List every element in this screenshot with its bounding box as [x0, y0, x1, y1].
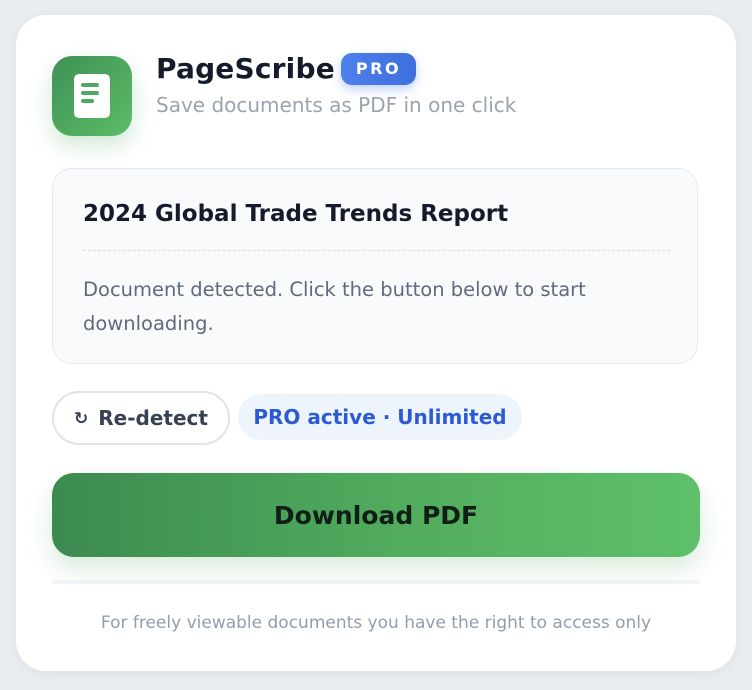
refresh-icon: ↻ — [74, 409, 89, 429]
document-panel: 2024 Global Trade Trends Report Document… — [52, 168, 698, 364]
app-subtitle: Save documents as PDF in one click — [156, 93, 517, 117]
document-status: Document detected. Click the button belo… — [83, 278, 586, 335]
download-pdf-label: Download PDF — [273, 500, 479, 530]
download-pdf-button[interactable]: Download PDF — [52, 473, 700, 557]
redetect-button[interactable]: ↻ Re-detect — [52, 391, 230, 445]
document-divider — [83, 250, 670, 251]
document-icon — [74, 74, 110, 118]
pro-badge: PRO — [341, 53, 416, 85]
disclaimer-text: For freely viewable documents you have t… — [100, 613, 652, 633]
app-title: PageScribe — [156, 52, 335, 85]
app-logo — [52, 56, 132, 136]
pro-status-badge: PRO active · Unlimited — [238, 394, 522, 440]
extension-popup: PageScribe PRO Save documents as PDF in … — [16, 15, 736, 671]
redetect-label: Re-detect — [98, 406, 208, 430]
footer-divider — [52, 580, 700, 584]
document-title: 2024 Global Trade Trends Report — [83, 201, 509, 227]
